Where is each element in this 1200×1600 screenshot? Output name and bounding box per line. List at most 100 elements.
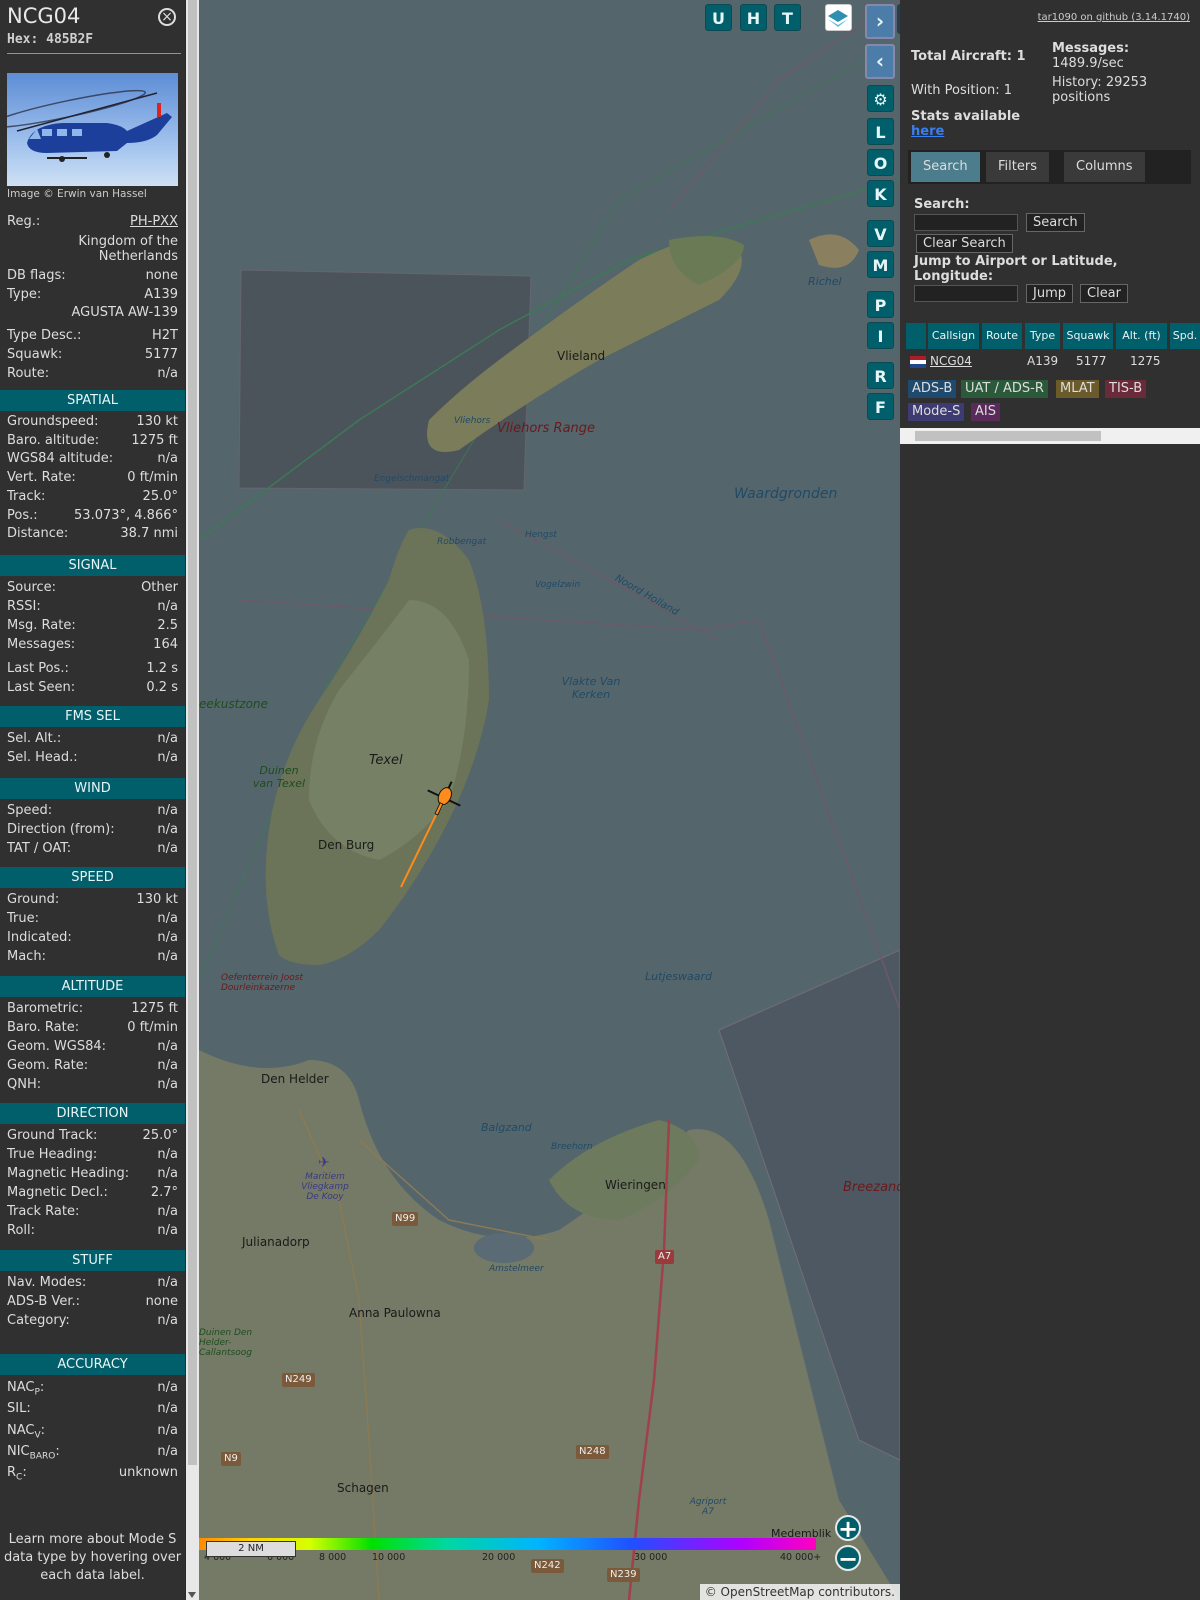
info-value: n/a: [157, 731, 178, 746]
column-header[interactable]: Route: [982, 323, 1022, 349]
map-label-vogelzwin: Vogelzwin: [535, 580, 581, 590]
detail-label: Route:: [7, 366, 50, 381]
source-legend-tisb: TIS-B: [1105, 380, 1147, 398]
table-scrollbar[interactable]: [900, 428, 1200, 444]
info-value: n/a: [157, 1039, 178, 1054]
detail-value[interactable]: PH-PXX: [130, 214, 178, 229]
info-row: Category: n/a: [7, 1313, 178, 1331]
info-value: 1275 ft: [131, 1001, 178, 1016]
info-value: 164: [153, 637, 178, 652]
tab-search[interactable]: Search: [911, 152, 980, 182]
info-label: Direction (from):: [7, 822, 115, 837]
settings-gear-icon[interactable]: ⚙: [867, 85, 894, 112]
column-header[interactable]: [906, 323, 926, 349]
info-value: n/a: [157, 841, 178, 856]
road-sign: N9: [221, 1452, 241, 1466]
column-header[interactable]: Squawk: [1063, 323, 1113, 349]
side-button-p[interactable]: P: [867, 291, 894, 318]
column-header[interactable]: Alt. (ft): [1116, 323, 1167, 349]
info-value: 2.5: [157, 618, 178, 633]
road-sign: N239: [607, 1568, 640, 1582]
info-label: Sel. Head.:: [7, 750, 78, 765]
info-value: n/a: [157, 1380, 178, 1395]
stats-link[interactable]: here: [911, 124, 944, 139]
map-attribution[interactable]: © OpenStreetMap contributors.: [699, 1584, 900, 1600]
detail-label: Reg.:: [7, 214, 41, 229]
helicopter-marker-icon[interactable]: [424, 778, 464, 818]
info-value: 53.073°, 4.866°: [74, 508, 178, 523]
info-label: ADS-B Ver.:: [7, 1294, 80, 1309]
jump-label: Jump to Airport or Latitude, Longitude:: [914, 254, 1118, 284]
side-button-r[interactable]: R: [867, 362, 894, 389]
info-value: n/a: [157, 1444, 178, 1459]
side-button-f[interactable]: F: [867, 393, 894, 420]
column-header[interactable]: Callsign: [928, 323, 979, 349]
info-row: NACV: n/a: [7, 1423, 178, 1441]
info-row: NACP: n/a: [7, 1380, 178, 1398]
map-view[interactable]: Vlieland Vliehors Range Vliehors Engelsc…: [199, 0, 900, 1600]
divider: [7, 53, 181, 54]
side-button-k[interactable]: K: [867, 180, 894, 207]
info-row: WGS84 altitude: n/a: [7, 451, 178, 469]
info-label: Magnetic Decl.:: [7, 1185, 108, 1200]
side-button-i[interactable]: I: [867, 322, 894, 349]
stats-available: Stats available: [911, 109, 1021, 124]
toggle-button-h[interactable]: H: [740, 4, 767, 31]
side-button-l[interactable]: L: [867, 118, 894, 145]
search-input[interactable]: [914, 214, 1018, 231]
map-label-julianadorp: Julianadorp: [242, 1235, 310, 1249]
info-value: 25.0°: [142, 1128, 178, 1143]
toggle-button-u[interactable]: U: [705, 4, 732, 31]
search-button[interactable]: Search: [1026, 213, 1085, 232]
messages-label: Messages:: [1052, 41, 1130, 56]
side-button-m[interactable]: M: [867, 251, 894, 278]
clear-button[interactable]: Clear: [1080, 284, 1128, 303]
info-row: Last Pos.: 1.2 s: [7, 661, 178, 679]
source-legend-adsb: ADS-B: [908, 380, 957, 398]
layers-icon[interactable]: [825, 4, 852, 31]
side-button-o[interactable]: O: [867, 149, 894, 176]
info-value: 130 kt: [136, 892, 178, 907]
info-label: Last Seen:: [7, 680, 76, 695]
info-row: Sel. Head.: n/a: [7, 750, 178, 768]
tab-columns[interactable]: Columns: [1064, 152, 1145, 182]
github-link[interactable]: tar1090 on github (3.14.1740): [1038, 12, 1190, 23]
side-button-v[interactable]: V: [867, 220, 894, 247]
right-panel: tar1090 on github (3.14.1740) Total Airc…: [900, 0, 1200, 1600]
road-sign: N242: [531, 1559, 564, 1573]
info-row: Barometric: 1275 ft: [7, 1001, 178, 1019]
info-value: 38.7 nmi: [120, 526, 178, 541]
jump-button[interactable]: Jump: [1026, 284, 1073, 303]
clear-search-button[interactable]: Clear Search: [916, 234, 1013, 253]
map-label-lutjeswaard: Lutjeswaard: [645, 970, 712, 983]
info-label: Vert. Rate:: [7, 470, 76, 485]
detail-value: n/a: [157, 366, 178, 381]
history-value: positions: [1052, 90, 1111, 105]
tab-filters[interactable]: Filters: [986, 152, 1049, 182]
row-callsign[interactable]: NCG04: [930, 351, 972, 371]
zoom-in-icon[interactable]: +: [835, 1515, 861, 1541]
close-icon[interactable]: ×: [158, 8, 176, 26]
info-row: Indicated: n/a: [7, 930, 178, 948]
info-row: True Heading: n/a: [7, 1147, 178, 1165]
info-row: ADS-B Ver.: none: [7, 1294, 178, 1312]
detail-row: Type Desc.: H2T: [7, 328, 178, 346]
toggle-button-t[interactable]: T: [774, 4, 801, 31]
map-label-richel: Richel: [808, 275, 842, 288]
info-row: Pos.: 53.073°, 4.866°: [7, 508, 178, 526]
info-row: Track Rate: n/a: [7, 1204, 178, 1222]
aircraft-info-panel: NCG04 × Hex: 485B2F Image © Erwin van Ha…: [0, 0, 185, 1600]
collapse-left-icon[interactable]: ‹: [865, 44, 895, 79]
with-position: With Position: 1: [911, 83, 1013, 98]
detail-label: DB flags:: [7, 268, 66, 283]
jump-input[interactable]: [914, 285, 1018, 302]
zoom-out-icon[interactable]: −: [835, 1545, 861, 1571]
column-header[interactable]: Spd.: [1170, 323, 1200, 349]
aircraft-photo[interactable]: [7, 73, 178, 186]
expand-right-icon[interactable]: ›: [865, 4, 895, 39]
left-panel-scrollbar[interactable]: [186, 0, 199, 1600]
column-header[interactable]: Type: [1025, 323, 1060, 349]
info-label: RC:: [7, 1465, 27, 1483]
info-row: Vert. Rate: 0 ft/min: [7, 470, 178, 488]
map-label-oefenterrein: Oefenterrein Joost Dourleinkazerne: [221, 973, 303, 993]
